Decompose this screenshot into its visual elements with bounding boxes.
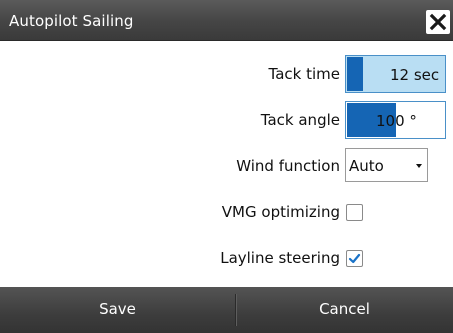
save-button[interactable]: Save	[0, 287, 235, 333]
tack-angle-label: Tack angle	[260, 111, 340, 129]
wind-function-select[interactable]: Auto	[345, 148, 428, 182]
close-button[interactable]	[426, 10, 450, 34]
cancel-button[interactable]: Cancel	[236, 287, 453, 333]
tack-time-level-bar	[347, 57, 363, 91]
dialog-title: Autopilot Sailing	[9, 12, 134, 30]
tack-angle-value: 100 °	[376, 112, 417, 130]
vmg-optimizing-label: VMG optimizing	[221, 203, 340, 221]
autopilot-sailing-dialog: Autopilot Sailing Tack time 12 sec Tack …	[0, 0, 453, 333]
tack-angle-field[interactable]: 100 °	[345, 101, 446, 139]
close-icon	[429, 13, 447, 31]
wind-function-selected-value: Auto	[349, 157, 384, 175]
chevron-down-icon	[416, 164, 422, 168]
layline-steering-label: Layline steering	[220, 249, 340, 267]
layline-steering-checkbox[interactable]	[346, 250, 363, 267]
tack-time-field[interactable]: 12 sec	[345, 55, 446, 93]
wind-function-label: Wind function	[236, 157, 340, 175]
vmg-optimizing-checkbox[interactable]	[346, 204, 363, 221]
checkmark-icon	[348, 253, 361, 264]
title-bar: Autopilot Sailing	[0, 0, 453, 41]
tack-time-label: Tack time	[268, 65, 340, 83]
footer-bar: Save Cancel	[0, 287, 453, 333]
tack-time-value: 12 sec	[390, 66, 440, 84]
